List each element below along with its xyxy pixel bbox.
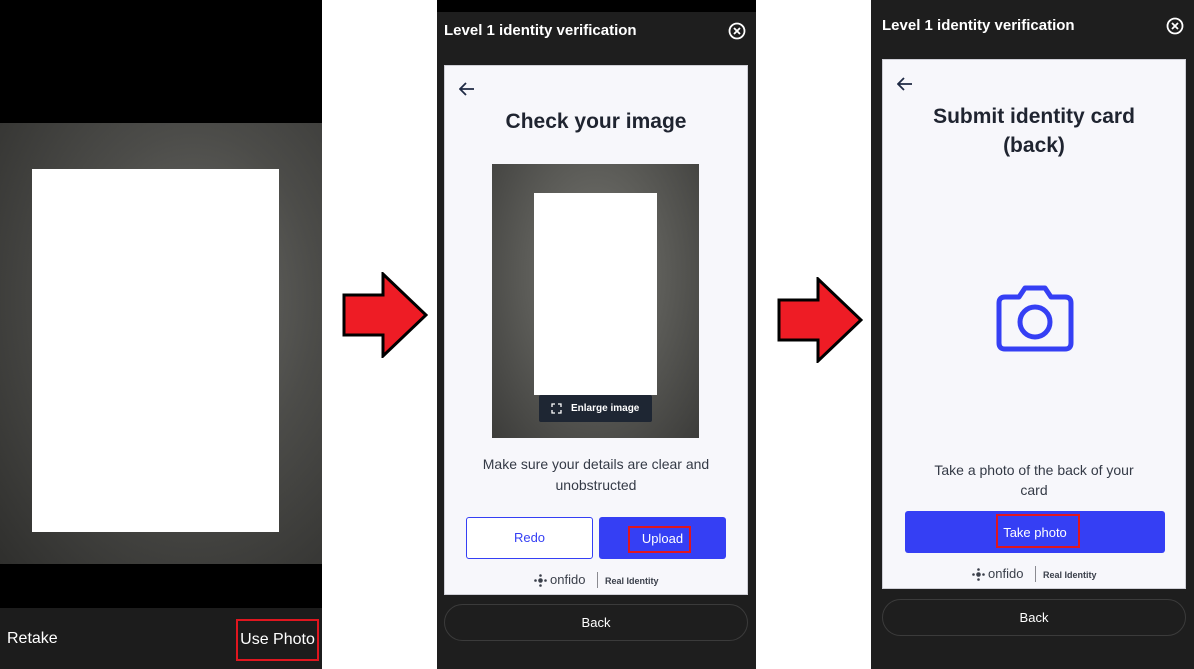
flow-arrow-icon	[342, 272, 428, 358]
brand-footer: onfido Real Identity	[972, 566, 1102, 582]
instructions-line-2: card	[1020, 482, 1048, 498]
brand-name: onfido	[988, 566, 1024, 581]
brand-footer: onfido Real Identity	[534, 572, 664, 588]
onfido-logo-icon	[534, 574, 547, 587]
redo-button[interactable]: Redo	[466, 517, 593, 559]
submit-card-screen: Level 1 identity verification Submit ide…	[871, 0, 1194, 669]
camera-icon	[996, 285, 1074, 352]
take-photo-label: Take photo	[1003, 525, 1067, 540]
captured-card-image	[32, 169, 279, 532]
page-title-line-2: (back)	[1003, 134, 1065, 157]
header-title: Level 1 identity verification	[444, 22, 637, 39]
instructions-line-1: Take a photo of the back of your	[934, 462, 1134, 478]
enlarge-image-label: Enlarge image	[571, 403, 640, 414]
image-preview: Enlarge image	[492, 164, 699, 438]
instructions-line-2: unobstructed	[555, 477, 637, 493]
content-card: Check your image Enlarge image Make sure…	[444, 65, 748, 595]
brand-divider	[597, 572, 598, 588]
instructions-line-1: Make sure your details are clear and	[482, 456, 710, 472]
back-arrow-icon[interactable]	[897, 77, 913, 91]
upload-button[interactable]: Upload	[599, 517, 726, 559]
back-arrow-icon[interactable]	[459, 82, 475, 96]
content-card: Submit identity card (back) Take a photo…	[882, 59, 1186, 589]
enlarge-icon	[551, 403, 562, 414]
close-circle-icon[interactable]	[1166, 17, 1184, 35]
check-image-screen: Level 1 identity verification Check your…	[437, 0, 756, 669]
card-image	[534, 193, 657, 395]
page-title-line-1: Submit identity card	[933, 105, 1135, 128]
onfido-logo-icon	[972, 568, 985, 581]
upload-button-label: Upload	[641, 531, 684, 546]
close-circle-icon[interactable]	[728, 22, 746, 40]
brand-tagline: Real Identity	[605, 576, 659, 586]
brand-divider	[1035, 566, 1036, 582]
brand-name: onfido	[550, 572, 586, 587]
enlarge-image-button[interactable]: Enlarge image	[539, 395, 652, 422]
status-strip	[437, 0, 756, 12]
back-button[interactable]: Back	[444, 604, 748, 641]
camera-screen: Retake Use Photo	[0, 0, 322, 669]
camera-photo-preview	[0, 123, 322, 564]
header-title: Level 1 identity verification	[882, 17, 1075, 34]
take-photo-button[interactable]: Take photo	[905, 511, 1165, 553]
back-button[interactable]: Back	[882, 599, 1186, 636]
page-title: Check your image	[505, 110, 687, 133]
brand-tagline: Real Identity	[1043, 570, 1097, 580]
use-photo-button[interactable]: Use Photo	[236, 619, 319, 661]
flow-arrow-icon	[777, 277, 863, 363]
retake-button[interactable]: Retake	[7, 622, 58, 656]
